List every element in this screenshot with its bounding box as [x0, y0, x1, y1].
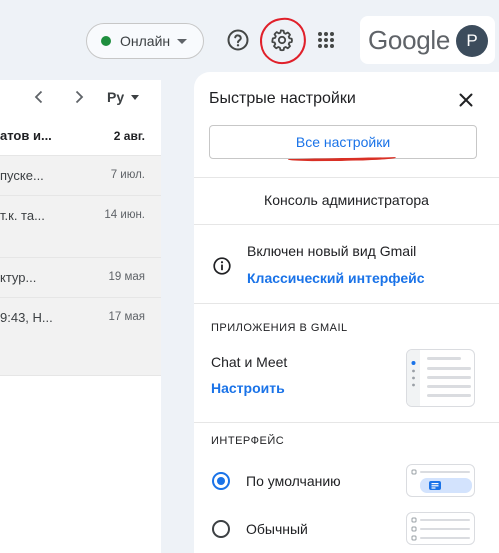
- quick-settings-panel: Быстрые настройки Все настройки Консоль …: [194, 72, 499, 553]
- avatar[interactable]: P: [456, 25, 488, 57]
- panel-gap: [161, 80, 194, 553]
- radio-button-checked[interactable]: [212, 472, 230, 490]
- all-settings-label: Все настройки: [295, 134, 391, 150]
- apps-grid-icon[interactable]: [310, 24, 342, 56]
- input-language-label: Ру: [107, 89, 125, 105]
- mail-snippet: пуске...: [0, 168, 44, 183]
- chevron-down-icon: [177, 38, 188, 44]
- density-regular-option[interactable]: Обычный: [212, 520, 308, 538]
- configure-chat-meet-link[interactable]: Настроить: [211, 380, 285, 396]
- density-default-label: По умолчанию: [246, 473, 341, 489]
- divider: [194, 177, 499, 178]
- density-default-option[interactable]: По умолчанию: [212, 472, 341, 490]
- status-label: Онлайн: [120, 33, 171, 49]
- mail-row[interactable]: атов и... 2 авг.: [0, 116, 161, 156]
- radio-button-unchecked[interactable]: [212, 520, 230, 538]
- new-view-text: Включен новый вид Gmail: [247, 243, 417, 259]
- mail-row[interactable]: 9:43, Н... 17 мая: [0, 298, 161, 376]
- mail-date: 14 июн.: [104, 209, 145, 221]
- mail-list-panel: Ру атов и... 2 авг. пуске... 7 июл. т.к.…: [0, 80, 161, 553]
- mail-snippet: атов и...: [0, 128, 52, 143]
- mail-row[interactable]: пуске... 7 июл.: [0, 156, 161, 196]
- chat-meet-label: Chat и Meet: [211, 354, 288, 370]
- chat-meet-preview-thumbnail: [406, 349, 475, 407]
- status-chip[interactable]: Онлайн: [86, 23, 204, 59]
- top-bar: Онлайн Google P: [0, 0, 499, 80]
- density-regular-label: Обычный: [246, 521, 308, 537]
- mail-toolbar: Ру: [0, 80, 161, 116]
- divider: [194, 224, 499, 225]
- all-settings-button[interactable]: Все настройки: [209, 125, 477, 159]
- mail-date: 19 мая: [108, 271, 145, 283]
- mail-list-empty-area: [0, 376, 161, 553]
- interface-section-header: ИНТЕРФЕЙС: [211, 435, 285, 447]
- help-circle-icon[interactable]: [222, 24, 254, 56]
- quick-settings-title: Быстрые настройки: [209, 90, 356, 107]
- mail-date: 7 июл.: [110, 169, 145, 181]
- divider: [194, 303, 499, 304]
- chevron-left-icon[interactable]: [30, 88, 48, 111]
- gear-icon[interactable]: [266, 24, 298, 56]
- online-status-dot: [101, 36, 111, 46]
- account-switcher[interactable]: Google P: [360, 16, 495, 64]
- density-regular-thumbnail: [406, 512, 475, 545]
- mail-snippet: 9:43, Н...: [0, 310, 53, 325]
- info-icon: [212, 256, 232, 281]
- google-logo: Google: [368, 24, 451, 55]
- mail-snippet: ктур...: [0, 270, 37, 285]
- mail-snippet: т.к. та...: [0, 208, 45, 223]
- apps-section-header: ПРИЛОЖЕНИЯ В GMAIL: [211, 322, 348, 334]
- input-language-select[interactable]: Ру: [107, 89, 140, 105]
- mail-row[interactable]: ктур... 19 мая: [0, 258, 161, 298]
- chevron-right-icon[interactable]: [70, 88, 88, 111]
- close-icon[interactable]: [456, 90, 476, 110]
- admin-console-link[interactable]: Консоль администратора: [194, 192, 499, 208]
- density-default-thumbnail: [406, 464, 475, 497]
- mail-row[interactable]: т.к. та... 14 июн.: [0, 196, 161, 258]
- classic-interface-link[interactable]: Классический интерфейс: [247, 270, 425, 286]
- mail-date: 2 авг.: [113, 129, 145, 143]
- caret-down-icon: [131, 94, 140, 100]
- mail-date: 17 мая: [108, 311, 145, 323]
- divider: [194, 422, 499, 423]
